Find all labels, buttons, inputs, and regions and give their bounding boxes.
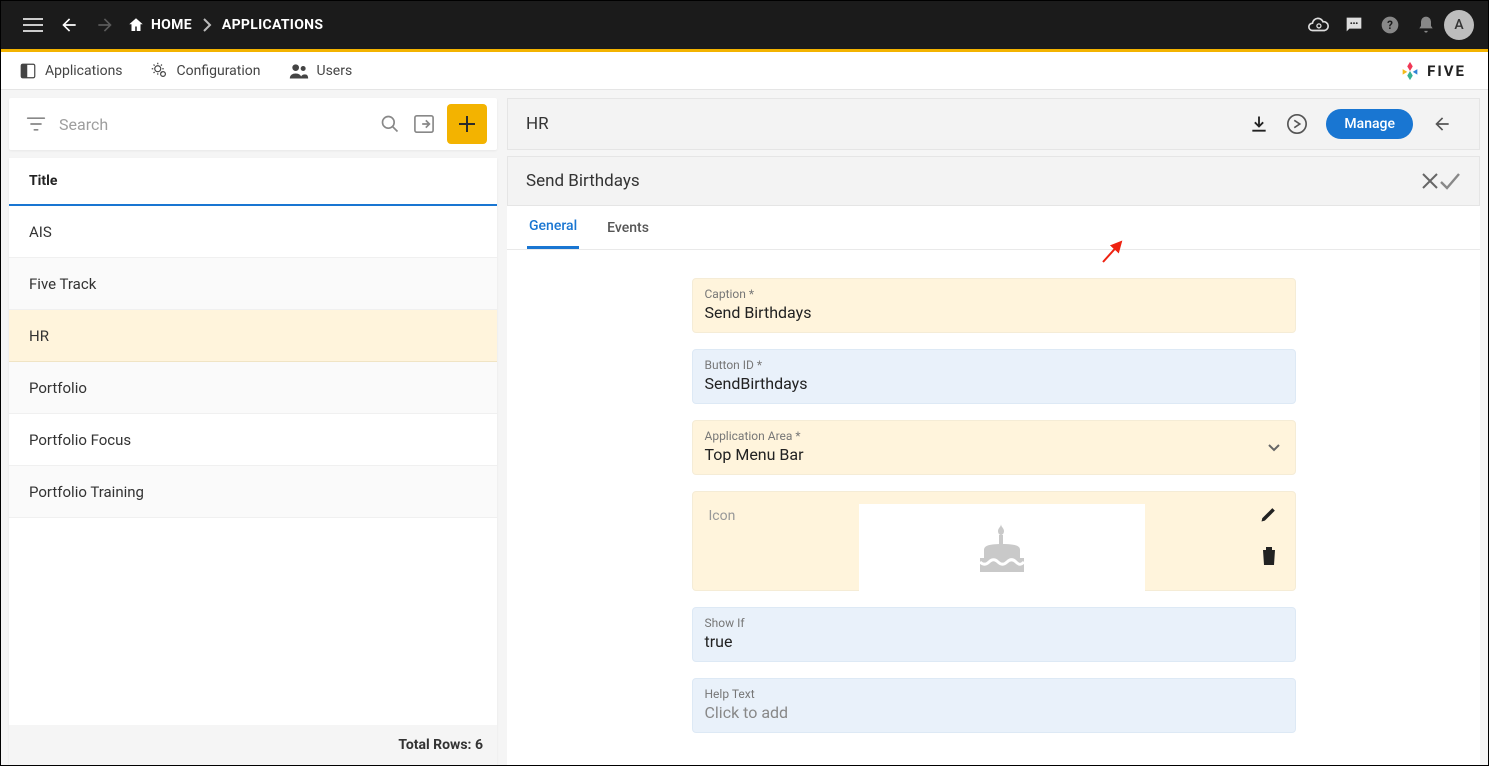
field-showif-label: Show If bbox=[705, 616, 1283, 630]
field-showif-value: true bbox=[705, 632, 1283, 651]
breadcrumb: HOME APPLICATIONS bbox=[127, 16, 323, 34]
cloud-icon[interactable] bbox=[1300, 7, 1336, 43]
detail-app-title: HR bbox=[526, 114, 549, 134]
brand-logo: FIVE bbox=[1399, 60, 1466, 82]
users-icon bbox=[289, 62, 309, 80]
field-help-placeholder: Click to add bbox=[705, 703, 1283, 722]
field-icon[interactable]: Icon bbox=[692, 491, 1296, 591]
breadcrumb-home-label: HOME bbox=[151, 17, 192, 33]
field-caption-label: Caption * bbox=[705, 287, 1283, 301]
field-app-area-value: Top Menu Bar bbox=[705, 445, 1283, 464]
forward-icon bbox=[87, 7, 123, 43]
delete-icon[interactable] bbox=[1260, 546, 1278, 566]
filter-icon[interactable] bbox=[19, 107, 53, 141]
svg-text:?: ? bbox=[1387, 18, 1393, 32]
breadcrumb-home[interactable]: HOME bbox=[127, 16, 192, 34]
list-row[interactable]: Portfolio Focus bbox=[9, 414, 497, 466]
chat-icon[interactable] bbox=[1336, 7, 1372, 43]
detail-section-title: Send Birthdays bbox=[526, 171, 640, 191]
back-icon[interactable] bbox=[51, 7, 87, 43]
right-panel: HR Manage Send Birthdays bbox=[497, 90, 1488, 765]
tab-events[interactable]: Events bbox=[605, 208, 651, 248]
download-icon[interactable] bbox=[1240, 105, 1278, 143]
breadcrumb-applications[interactable]: APPLICATIONS bbox=[222, 17, 323, 33]
app-list-panel: Title AISFive TrackHRPortfolioPortfolio … bbox=[9, 158, 497, 765]
help-icon[interactable]: ? bbox=[1372, 7, 1408, 43]
list-footer-label: Total Rows: bbox=[398, 737, 471, 753]
nav-users[interactable]: Users bbox=[289, 62, 353, 80]
list-footer: Total Rows: 6 bbox=[9, 725, 497, 765]
apps-icon bbox=[19, 62, 37, 80]
field-show-if[interactable]: Show If true bbox=[692, 607, 1296, 662]
logo-text: FIVE bbox=[1427, 62, 1466, 80]
search-bar bbox=[9, 98, 497, 150]
field-button-id[interactable]: Button ID * SendBirthdays bbox=[692, 349, 1296, 404]
nav-applications-label: Applications bbox=[45, 63, 123, 79]
deploy-icon[interactable] bbox=[1278, 105, 1316, 143]
form-area: Caption * Send Birthdays Button ID * Sen… bbox=[507, 250, 1480, 765]
logo-icon bbox=[1399, 60, 1421, 82]
left-panel: Title AISFive TrackHRPortfolioPortfolio … bbox=[1, 90, 497, 765]
avatar[interactable]: A bbox=[1444, 10, 1474, 40]
icon-preview bbox=[859, 504, 1145, 592]
list-row[interactable]: AIS bbox=[9, 206, 497, 258]
field-button-id-value: SendBirthdays bbox=[705, 374, 1283, 393]
home-icon bbox=[127, 16, 145, 34]
nav-configuration-label: Configuration bbox=[177, 63, 261, 79]
birthday-cake-icon bbox=[970, 516, 1034, 580]
detail-tabs: General Events bbox=[507, 206, 1480, 250]
search-input[interactable] bbox=[53, 115, 373, 134]
add-button[interactable] bbox=[447, 104, 487, 144]
detail-subheader: Send Birthdays bbox=[507, 156, 1480, 206]
import-icon[interactable] bbox=[407, 107, 441, 141]
field-icon-label: Icon bbox=[709, 504, 859, 524]
nav-configuration[interactable]: Configuration bbox=[151, 62, 261, 80]
list-row[interactable]: HR bbox=[9, 310, 497, 362]
list-footer-count: 6 bbox=[475, 737, 483, 753]
manage-button[interactable]: Manage bbox=[1326, 109, 1413, 139]
field-help-label: Help Text bbox=[705, 687, 1283, 701]
detail-header: HR Manage bbox=[507, 98, 1480, 150]
sub-nav: Applications Configuration Users FIVE bbox=[1, 52, 1488, 90]
field-caption[interactable]: Caption * Send Birthdays bbox=[692, 278, 1296, 333]
close-icon[interactable] bbox=[1421, 172, 1439, 190]
list-row[interactable]: Portfolio Training bbox=[9, 466, 497, 518]
field-caption-value: Send Birthdays bbox=[705, 303, 1283, 322]
edit-icon[interactable] bbox=[1259, 504, 1279, 524]
top-bar: HOME APPLICATIONS ? A bbox=[1, 1, 1488, 52]
list-row[interactable]: Portfolio bbox=[9, 362, 497, 414]
bell-icon[interactable] bbox=[1408, 7, 1444, 43]
chevron-right-icon bbox=[202, 18, 212, 32]
search-icon[interactable] bbox=[373, 107, 407, 141]
list-row[interactable]: Five Track bbox=[9, 258, 497, 310]
field-app-area-label: Application Area * bbox=[705, 429, 1283, 443]
nav-users-label: Users bbox=[317, 63, 353, 79]
field-button-id-label: Button ID * bbox=[705, 358, 1283, 372]
nav-applications[interactable]: Applications bbox=[19, 62, 123, 80]
confirm-icon[interactable] bbox=[1439, 172, 1461, 190]
field-application-area[interactable]: Application Area * Top Menu Bar bbox=[692, 420, 1296, 475]
hamburger-icon[interactable] bbox=[15, 7, 51, 43]
gear-icon bbox=[151, 62, 169, 80]
tab-general[interactable]: General bbox=[527, 206, 579, 249]
field-help-text[interactable]: Help Text Click to add bbox=[692, 678, 1296, 733]
list-header-title[interactable]: Title bbox=[9, 158, 497, 206]
back-arrow-icon[interactable] bbox=[1423, 105, 1461, 143]
chevron-down-icon bbox=[1267, 443, 1281, 453]
